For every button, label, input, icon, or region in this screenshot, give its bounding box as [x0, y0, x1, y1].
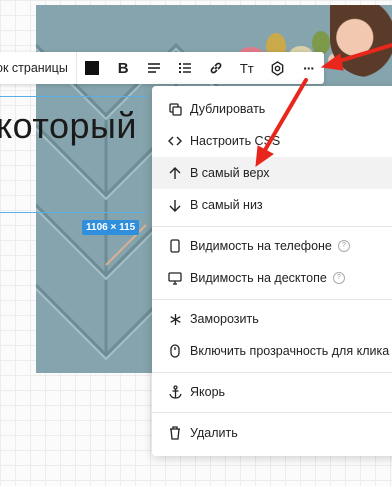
menu-item-label: Дублировать: [190, 102, 266, 116]
duplicate-icon: [168, 102, 182, 116]
desktop-icon: [168, 271, 182, 285]
text-size-button[interactable]: Tт: [231, 52, 262, 84]
menu-divider: [152, 412, 392, 413]
menu-item-freeze[interactable]: Заморозить: [152, 303, 392, 335]
menu-item-label: Включить прозрачность для клика: [190, 344, 390, 358]
selected-text-block[interactable]: который: [0, 96, 146, 213]
help-icon[interactable]: ?: [337, 240, 350, 252]
menu-divider: [152, 299, 392, 300]
menu-item-label: Удалить: [190, 426, 238, 440]
context-menu: Дублировать Настроить CSS В самый верх В…: [152, 86, 392, 456]
mouse-icon: [168, 344, 182, 358]
arrow-up-icon: [168, 166, 182, 180]
settings-button[interactable]: [262, 52, 293, 84]
bold-button[interactable]: B: [108, 52, 139, 84]
link-button[interactable]: [200, 52, 231, 84]
menu-item-to-bottom[interactable]: В самый низ: [152, 189, 392, 221]
list-button[interactable]: [170, 52, 201, 84]
arrow-down-icon: [168, 198, 182, 212]
menu-item-duplicate[interactable]: Дублировать: [152, 93, 392, 125]
menu-item-delete[interactable]: Удалить: [152, 417, 392, 449]
color-button[interactable]: [77, 52, 108, 84]
phone-icon: [168, 239, 182, 253]
snowflake-icon: [168, 312, 182, 326]
more-icon: ···: [303, 60, 315, 76]
menu-item-phone-visibility[interactable]: Видимость на телефоне ?: [152, 230, 392, 262]
anchor-icon: [168, 385, 182, 399]
menu-divider: [152, 372, 392, 373]
size-badge: 1106 × 115: [82, 220, 140, 235]
menu-item-label: Якорь: [190, 385, 226, 399]
menu-item-to-top[interactable]: В самый верх: [152, 157, 392, 189]
menu-item-label: В самый низ: [190, 198, 263, 212]
link-icon: [210, 62, 222, 74]
menu-item-label: Заморозить: [190, 312, 259, 326]
color-swatch-icon: [85, 61, 100, 75]
menu-item-label: Видимость на телефоне: [190, 239, 332, 253]
heading-text: который: [0, 105, 137, 146]
more-button[interactable]: ···: [293, 52, 324, 84]
gear-icon: [271, 60, 284, 76]
menu-item-label: Видимость на десктопе: [190, 271, 327, 285]
menu-item-label: Настроить CSS: [190, 134, 281, 148]
menu-item-anchor[interactable]: Якорь: [152, 376, 392, 408]
toolbar-block-label[interactable]: ок страницы: [0, 61, 76, 75]
help-icon[interactable]: ?: [332, 272, 345, 284]
trash-icon: [168, 426, 182, 440]
code-icon: [168, 134, 182, 148]
menu-item-click-through[interactable]: Включить прозрачность для клика: [152, 335, 392, 367]
menu-divider: [152, 226, 392, 227]
menu-item-desktop-visibility[interactable]: Видимость на десктопе ?: [152, 262, 392, 294]
element-toolbar: ок страницы B Tт ···: [0, 52, 324, 84]
align-left-icon: [148, 63, 161, 73]
menu-item-label: В самый верх: [190, 166, 270, 180]
align-button[interactable]: [139, 52, 170, 84]
bold-icon: B: [117, 59, 129, 77]
text-size-icon: Tт: [239, 60, 254, 76]
list-icon: [178, 63, 191, 73]
menu-item-css[interactable]: Настроить CSS: [152, 125, 392, 157]
